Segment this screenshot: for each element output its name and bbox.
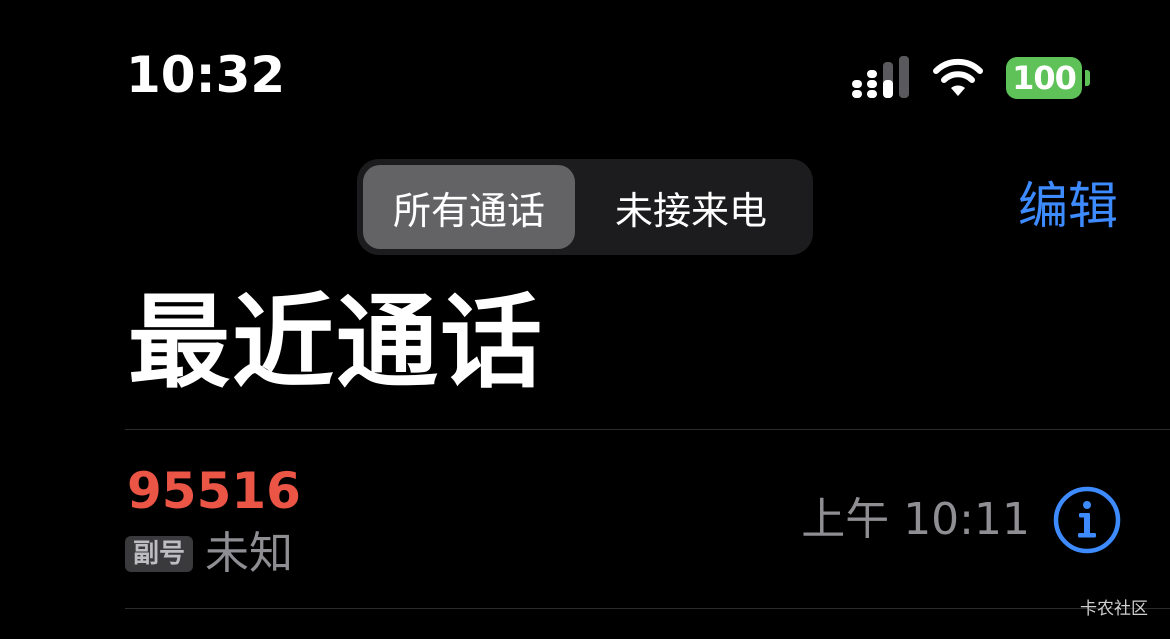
battery-icon: 100 (1006, 57, 1090, 99)
call-type-label: 未知 (205, 528, 294, 579)
battery-body: 100 (1006, 57, 1082, 99)
divider (125, 608, 1170, 609)
info-icon[interactable] (1053, 486, 1121, 554)
call-number: 95516 (127, 462, 301, 520)
call-time: 上午 10:11 (801, 494, 1030, 545)
page-title: 最近通话 (128, 284, 544, 403)
segment-all-calls[interactable]: 所有通话 (363, 165, 575, 249)
calls-filter-segmented-control: 所有通话 未接来电 (357, 159, 813, 255)
wifi-icon (932, 58, 984, 98)
edit-button[interactable]: 编辑 (1018, 176, 1118, 236)
segment-missed-calls[interactable]: 未接来电 (575, 165, 807, 249)
status-time: 10:32 (126, 46, 286, 104)
battery-cap (1085, 70, 1090, 86)
call-list-item[interactable]: 95516 副号 未知 上午 10:11 (0, 430, 1170, 608)
watermark: 卡农社区 (1080, 599, 1148, 619)
battery-level: 100 (1012, 59, 1077, 97)
status-icons: 100 (852, 56, 1090, 100)
cellular-signal-icon (852, 56, 910, 100)
call-details: 副号 未知 (125, 528, 294, 579)
line-badge: 副号 (125, 536, 194, 573)
